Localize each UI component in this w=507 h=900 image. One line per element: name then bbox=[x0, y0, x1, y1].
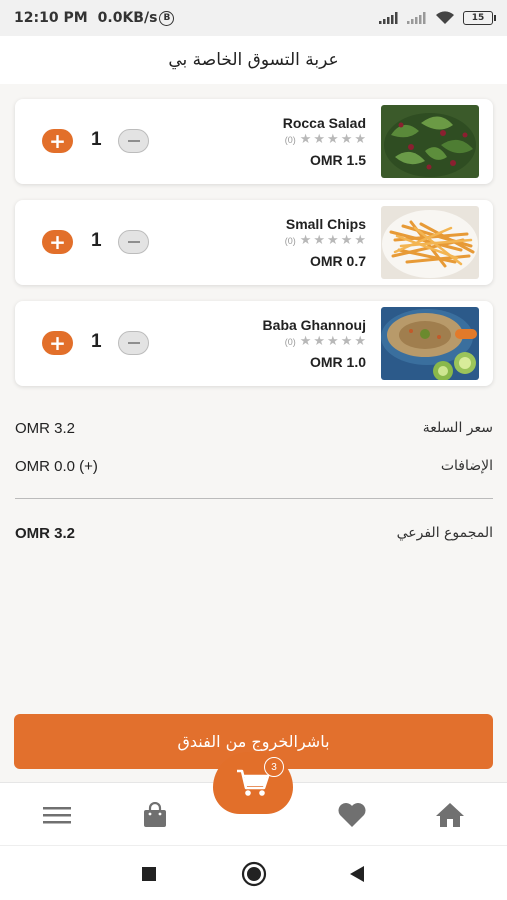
nav-menu[interactable] bbox=[27, 783, 87, 846]
rating: (0) ★ ★ ★ ★ ★ bbox=[285, 335, 366, 348]
divider bbox=[15, 498, 493, 499]
star-icon: ★ bbox=[299, 233, 312, 248]
recent-apps-button[interactable] bbox=[124, 846, 174, 900]
square-icon bbox=[142, 866, 156, 881]
review-count: (0) bbox=[284, 235, 296, 246]
decrease-quantity-button[interactable] bbox=[118, 129, 149, 153]
baba-ghannouj-image bbox=[381, 307, 479, 380]
heart-icon bbox=[338, 802, 366, 827]
item-price-row: OMR 3.2 سعر السلعة bbox=[15, 418, 493, 438]
decrease-quantity-button[interactable] bbox=[118, 230, 149, 254]
back-button[interactable] bbox=[332, 846, 382, 900]
status-speed: 0.0KB/s bbox=[97, 10, 158, 26]
status-time: 12:10 PM bbox=[14, 10, 88, 26]
review-count: (0) bbox=[284, 134, 296, 145]
circle-icon bbox=[241, 861, 267, 886]
subtotal-label: المجموع الفرعي bbox=[396, 525, 493, 541]
wifi-icon bbox=[436, 11, 454, 24]
subtotal-row: OMR 3.2 المجموع الفرعي bbox=[15, 523, 493, 543]
menu-icon bbox=[43, 806, 71, 823]
nav-home[interactable] bbox=[420, 783, 480, 846]
quantity: 1 bbox=[91, 331, 102, 352]
star-icon: ★ bbox=[299, 334, 312, 349]
back-triangle-icon bbox=[350, 865, 364, 882]
shopping-bag-icon bbox=[144, 801, 166, 827]
item-name: Baba Ghannouj bbox=[262, 317, 366, 333]
addons-label: الإضافات bbox=[440, 458, 493, 474]
salad-image bbox=[381, 105, 479, 178]
increase-quantity-button[interactable]: + bbox=[42, 230, 73, 254]
status-bar: 12:10 PM 0.0KB/s B 15 bbox=[0, 0, 507, 36]
item-price: OMR 1.0 bbox=[309, 354, 366, 370]
star-icon: ★ bbox=[340, 334, 353, 349]
item-price-value: OMR 3.2 bbox=[15, 419, 76, 437]
star-icon: ★ bbox=[354, 233, 366, 248]
rating: (0) ★ ★ ★ ★ ★ bbox=[285, 133, 366, 146]
item-name: Small Chips bbox=[285, 216, 366, 232]
star-icon: ★ bbox=[354, 132, 366, 147]
review-count: (0) bbox=[284, 336, 296, 347]
increase-quantity-button[interactable]: + bbox=[42, 129, 73, 153]
item-name: Rocca Salad bbox=[282, 115, 366, 131]
minus-icon bbox=[127, 241, 140, 243]
star-icon: ★ bbox=[327, 132, 339, 147]
nav-bag[interactable] bbox=[125, 783, 185, 846]
addons-value: OMR 0.0 (+) bbox=[15, 457, 98, 475]
addons-row: OMR 0.0 (+) الإضافات bbox=[15, 456, 493, 476]
cart-count-badge: 3 bbox=[264, 757, 284, 777]
system-nav bbox=[0, 845, 507, 900]
signal-icon bbox=[379, 12, 398, 24]
star-icon: ★ bbox=[313, 233, 326, 248]
star-icon: ★ bbox=[313, 132, 326, 147]
star-icon: ★ bbox=[340, 233, 353, 248]
plus-icon: + bbox=[49, 129, 66, 153]
star-icon: ★ bbox=[299, 132, 312, 147]
page-title: عربة التسوق الخاصة بي bbox=[0, 36, 507, 84]
item-price: OMR 1.5 bbox=[309, 152, 366, 168]
quantity: 1 bbox=[91, 129, 102, 150]
star-icon: ★ bbox=[340, 132, 353, 147]
minus-icon bbox=[127, 140, 140, 142]
b-badge-icon: B bbox=[159, 10, 175, 26]
item-price-label: سعر السلعة bbox=[422, 420, 493, 436]
increase-quantity-button[interactable]: + bbox=[42, 331, 73, 355]
star-icon: ★ bbox=[327, 233, 339, 248]
minus-icon bbox=[127, 342, 140, 344]
decrease-quantity-button[interactable] bbox=[118, 331, 149, 355]
plus-icon: + bbox=[49, 331, 66, 355]
rating: (0) ★ ★ ★ ★ ★ bbox=[285, 234, 366, 247]
cart-button[interactable]: 3 bbox=[213, 752, 293, 814]
chips-image bbox=[381, 206, 479, 279]
battery-icon: 15 bbox=[463, 11, 496, 25]
cart-item-rocca-salad: Rocca Salad (0) ★ ★ ★ ★ ★ OMR 1.5 + 1 bbox=[15, 99, 493, 184]
subtotal-value: OMR 3.2 bbox=[15, 524, 76, 542]
nav-favorites[interactable] bbox=[322, 783, 382, 846]
star-icon: ★ bbox=[354, 334, 366, 349]
cart-item-small-chips: Small Chips (0) ★ ★ ★ ★ ★ OMR 0.7 + 1 bbox=[15, 200, 493, 285]
signal-2-icon bbox=[407, 12, 426, 24]
home-icon bbox=[436, 802, 464, 827]
cart-item-baba-ghannouj: Baba Ghannouj (0) ★ ★ ★ ★ ★ OMR 1.0 + 1 bbox=[15, 301, 493, 386]
plus-icon: + bbox=[49, 230, 66, 254]
item-price: OMR 0.7 bbox=[309, 253, 366, 269]
home-system-button[interactable] bbox=[229, 846, 279, 900]
star-icon: ★ bbox=[313, 334, 326, 349]
star-icon: ★ bbox=[327, 334, 339, 349]
quantity: 1 bbox=[91, 230, 102, 251]
